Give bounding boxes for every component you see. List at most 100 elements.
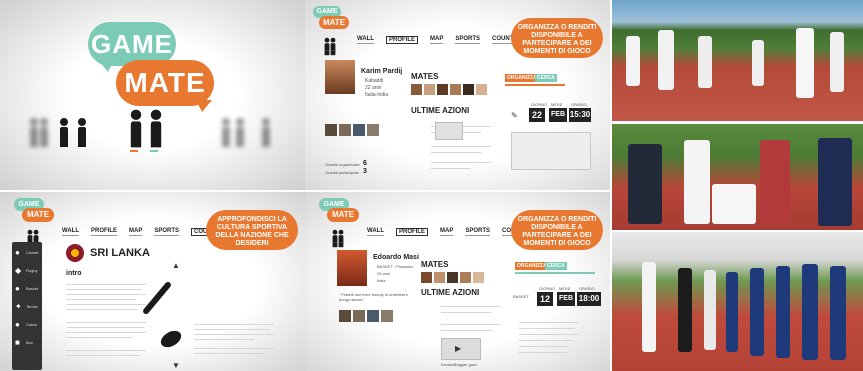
text-line [66, 337, 132, 338]
sport-icon: ◆ [15, 266, 22, 275]
date-time[interactable]: 18:00 [577, 292, 601, 306]
profile-panel-edoardo: GAME MATE WALL PROFILE MAP SPORTS COUNTR… [305, 192, 610, 371]
logo-mate-tail [196, 100, 212, 112]
mate-thumb[interactable] [460, 272, 471, 283]
list-line [519, 346, 569, 347]
action-text: Kerala/Baggan ganz [441, 362, 478, 367]
nav-map[interactable]: MAP [129, 228, 143, 236]
nav-map[interactable]: MAP [440, 228, 454, 236]
organize-bubble-text: ORGANIZZA O RENDITI DISPONIBILE A PARTEC… [517, 24, 597, 55]
play-icon[interactable]: ▶ [455, 345, 461, 353]
mate-thumb[interactable] [450, 84, 461, 95]
date-day-label: GIORNO [539, 286, 556, 291]
person-icon [330, 37, 336, 56]
sport-thumb[interactable] [325, 124, 337, 136]
sidebar-item-label[interactable]: Box [26, 340, 33, 345]
sidebar-item-label[interactable]: Calcio [26, 322, 37, 327]
date-day[interactable]: 12 [537, 292, 553, 306]
count-value: 3 [363, 168, 367, 175]
sport-sidebar: Cricket Rugby Basket Tennis Calcio Box ●… [12, 242, 42, 370]
tab-underline [505, 84, 565, 86]
shadow-line [130, 150, 138, 152]
mate-thumb[interactable] [463, 84, 474, 95]
mate-thumb[interactable] [421, 272, 432, 283]
date-time[interactable]: 15:30 [569, 108, 591, 122]
mate-thumb[interactable] [434, 272, 445, 283]
sport-thumb[interactable] [381, 310, 393, 322]
mates-heading: MATES [411, 72, 439, 81]
person-icon [262, 118, 270, 147]
sidebar-item-label[interactable]: Tennis [26, 304, 38, 309]
scroll-down-icon[interactable]: ▼ [172, 362, 180, 370]
map-area[interactable] [511, 132, 591, 170]
text-line [66, 355, 140, 356]
profile-detail: 25 anni [377, 271, 391, 276]
sport-icon: ✦ [15, 302, 22, 311]
mate-thumb[interactable] [424, 84, 435, 95]
nav-sports[interactable]: SPORTS [465, 228, 491, 236]
person-icon [130, 109, 142, 148]
mate-thumb[interactable] [437, 84, 448, 95]
tab-underline [515, 272, 595, 274]
organize-bubble: ORGANIZZA O RENDITI DISPONIBILE A PARTEC… [511, 210, 603, 250]
sport-thumb[interactable] [339, 124, 351, 136]
text-line [194, 329, 270, 330]
mate-thumb[interactable] [473, 272, 484, 283]
sport-thumb[interactable] [367, 310, 379, 322]
sport-thumb[interactable] [367, 124, 379, 136]
person-icon [338, 229, 344, 248]
sidebar-item-label[interactable]: Cricket [26, 250, 38, 255]
sport-thumb[interactable] [353, 124, 365, 136]
tab-organizza[interactable]: ORGANIZZA [505, 74, 539, 82]
nav-profile[interactable]: PROFILE [386, 36, 419, 44]
nav-map[interactable]: MAP [430, 36, 444, 44]
mate-thumb[interactable] [476, 84, 487, 95]
section-intro: intro [66, 270, 82, 277]
profile-detail: Kabaddi [365, 78, 384, 84]
date-month-label: MESE [559, 286, 571, 291]
tab-cerca[interactable]: CERCA [545, 262, 567, 270]
nav-wall[interactable]: WALL [367, 228, 384, 236]
text-line [66, 304, 146, 305]
nav-wall[interactable]: WALL [62, 228, 79, 236]
person-icon [30, 118, 38, 147]
text-line [66, 332, 146, 333]
scroll-up-icon[interactable]: ▲ [172, 262, 180, 270]
date-month[interactable]: FEB [549, 108, 567, 122]
sport-icon: ■ [15, 338, 20, 347]
calendar-icon: ✎ [511, 111, 518, 120]
date-month[interactable]: FEB [557, 292, 575, 306]
date-day-label: GIORNO [531, 102, 548, 107]
nav-sports[interactable]: SPORTS [455, 36, 481, 44]
player-figure [712, 184, 756, 224]
player-figure [642, 262, 656, 352]
mate-thumb[interactable] [411, 84, 422, 95]
profile-quote: " Fratelli dori frere bounty di undefeat… [339, 292, 409, 302]
sidebar-item-label[interactable]: Basket [26, 286, 38, 291]
sidebar-item-label[interactable]: Rugby [26, 268, 38, 273]
text-line [194, 339, 254, 340]
date-day[interactable]: 22 [529, 108, 545, 122]
person-icon [236, 118, 244, 147]
date-month-label: MESE [551, 102, 563, 107]
tab-cerca[interactable]: CERCA [535, 74, 557, 82]
nav-sports[interactable]: SPORTS [154, 228, 180, 236]
player-figure [776, 266, 790, 358]
map-thumbnail[interactable] [435, 122, 463, 140]
organize-bubble: ORGANIZZA O RENDITI DISPONIBILE A PARTEC… [511, 18, 603, 58]
tab-organizza[interactable]: ORGANIZZA [515, 262, 549, 270]
text-line [66, 322, 146, 323]
sport-thumb[interactable] [353, 310, 365, 322]
text-line [66, 350, 146, 351]
approfondisci-bubble: APPROFONDISCI LA CULTURA SPORTIVA DELLA … [206, 210, 298, 250]
profile-detail: Italia-India [365, 92, 389, 98]
nav-profile[interactable]: PROFILE [91, 228, 118, 236]
actions-heading: ULTIME AZIONI [411, 106, 470, 115]
text-line [66, 294, 146, 295]
mate-thumb[interactable] [447, 272, 458, 283]
sport-thumb[interactable] [339, 310, 351, 322]
team-photo [612, 232, 863, 371]
text-line [194, 353, 264, 354]
nav-profile[interactable]: PROFILE [396, 228, 429, 236]
nav-wall[interactable]: WALL [357, 36, 374, 44]
